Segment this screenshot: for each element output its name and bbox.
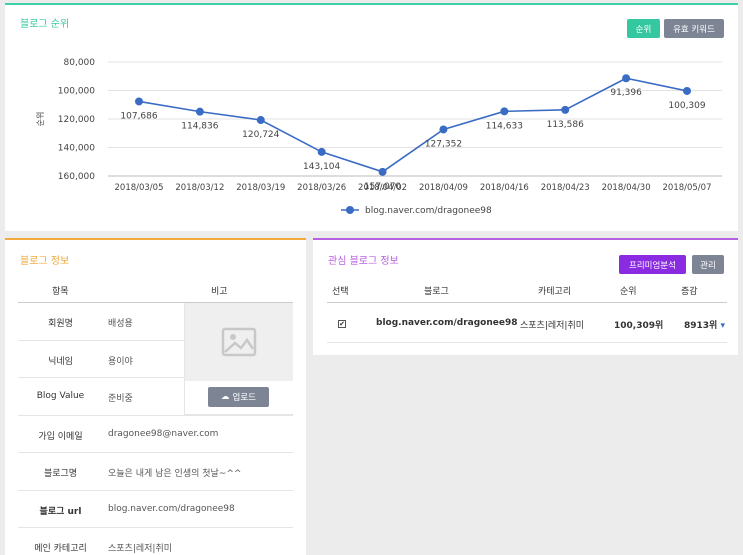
row-key: 회원명 — [48, 319, 73, 329]
header-rank: 순위 — [620, 287, 637, 297]
x-tick-label: 2018/03/12 — [175, 183, 224, 193]
interest-table-header: 선택 블로그 카테고리 순위 증감 — [327, 280, 727, 303]
header-delta: 증감 — [681, 287, 698, 297]
data-point — [683, 86, 691, 95]
data-label: 143,104 — [303, 162, 340, 172]
header-note: 비고 — [211, 287, 228, 297]
y-tick-label: 140,000 — [58, 144, 95, 154]
blog-rank: 100,309위 — [614, 321, 664, 331]
data-point — [622, 74, 631, 83]
x-tick-label: 2018/04/16 — [480, 183, 529, 193]
row-key: Blog Value — [36, 391, 85, 401]
y-axis-label: 순위 — [36, 112, 45, 127]
data-label: 107,686 — [120, 111, 157, 121]
rank-delta-value: 8913위 — [684, 321, 718, 331]
y-tick-label: 80,000 — [64, 58, 96, 68]
data-label: 100,309 — [668, 101, 705, 111]
select-checkbox[interactable]: ✔ — [338, 320, 346, 328]
row-value: 오늘은 내게 남은 인생의 첫날~^^ — [108, 469, 242, 479]
row-value: 배성용 — [108, 319, 133, 329]
data-label: 120,724 — [242, 130, 279, 140]
data-label: 113,586 — [547, 120, 584, 130]
x-tick-label: 2018/04/30 — [602, 183, 651, 193]
info-row-main-category: 메인 카테고리 스포츠|레저|취미 — [18, 528, 293, 555]
info-row-email: 가입 이메일 dragonee98@naver.com — [18, 416, 293, 453]
x-tick-label: 2018/05/07 — [663, 183, 712, 193]
y-tick-label: 100,000 — [58, 87, 95, 97]
cloud-upload-icon: ☁ — [221, 392, 230, 402]
interest-blog-panel: 관심 블로그 정보 프리미엄분석 관리 선택 블로그 카테고리 순위 증감 ✔ … — [313, 238, 738, 355]
x-tick-label: 2018/03/05 — [115, 183, 164, 193]
y-tick-label: 120,000 — [58, 115, 95, 125]
data-label: 114,836 — [181, 122, 218, 132]
series-line — [138, 77, 688, 173]
row-key: 메인 카테고리 — [34, 544, 87, 554]
data-point — [195, 107, 204, 116]
row-key: 블로그 url — [39, 506, 82, 517]
rank-delta: 8913위 ▾ — [684, 318, 725, 331]
profile-image-cell: ☁ 업로드 — [184, 303, 293, 415]
header-select: 선택 — [332, 287, 349, 297]
row-value: 용이야 — [108, 356, 133, 367]
info-table-header: 항목 비고 — [18, 278, 293, 303]
table-row[interactable]: ✔ blog.naver.com/dragonee98 스포츠|레저|취미 10… — [327, 303, 727, 343]
legend-label: blog.naver.com/dragonee98 — [365, 206, 492, 216]
data-point — [500, 107, 509, 116]
upload-button[interactable]: ☁ 업로드 — [208, 387, 269, 407]
blog-category: 스포츠|레저|취미 — [520, 321, 585, 331]
data-label: 114,633 — [486, 121, 523, 131]
x-tick-label: 2018/03/26 — [297, 183, 346, 193]
data-point — [378, 167, 387, 176]
info-row-blog-name: 블로그명 오늘은 내게 남은 인생의 첫날~^^ — [18, 453, 293, 491]
down-arrow-icon: ▾ — [720, 321, 726, 331]
x-tick-label: 2018/04/09 — [419, 183, 468, 193]
blog-rank-panel: 블로그 순위 순위 유효 키워드 80,000 100,000 120,000 140… — [5, 3, 738, 231]
data-label: 157,070 — [364, 182, 401, 192]
upload-label: 업로드 — [232, 393, 256, 403]
data-point — [256, 116, 265, 125]
manage-button[interactable]: 관리 — [692, 255, 724, 274]
y-tick-label: 160,000 — [58, 172, 95, 182]
data-point — [317, 147, 326, 156]
row-key: 가입 이메일 — [38, 431, 83, 442]
rank-line-chart: 80,000 100,000 120,000 140,000 160,000 순위 2018… — [36, 58, 722, 216]
data-label: 127,352 — [425, 139, 462, 149]
row-value: dragonee98@naver.com — [108, 428, 219, 439]
info-panel-title: 블로그 정보 — [20, 256, 70, 267]
row-key: 닉네임 — [48, 356, 73, 367]
blog-url[interactable]: blog.naver.com/dragonee98 — [376, 318, 518, 328]
header-category: 카테고리 — [538, 287, 572, 297]
x-tick-label: 2018/04/23 — [541, 183, 590, 193]
legend-marker — [346, 206, 354, 214]
row-value: blog.naver.com/dragonee98 — [108, 503, 235, 514]
x-tick-label: 2018/03/19 — [236, 183, 285, 193]
data-point — [439, 125, 448, 134]
row-value: 스포츠|레저|취미 — [108, 544, 173, 554]
row-key: 블로그명 — [43, 469, 78, 479]
data-label: 91,396 — [610, 88, 642, 98]
data-point — [135, 97, 143, 106]
data-point — [561, 105, 570, 114]
premium-analysis-button[interactable]: 프리미엄분석 — [619, 255, 686, 274]
header-blog: 블로그 — [424, 287, 449, 297]
row-value: 준비중 — [108, 394, 133, 404]
interest-panel-title: 관심 블로그 정보 — [328, 256, 399, 267]
image-placeholder-icon — [185, 303, 293, 381]
blog-info-panel: 블로그 정보 항목 비고 회원명 배성용 닉네임 용이야 Blog Value 준비중… — [5, 238, 306, 555]
blog-info-table: 항목 비고 회원명 배성용 닉네임 용이야 Blog Value 준비중 가입 이메일… — [18, 278, 293, 555]
header-item: 항목 — [52, 287, 69, 297]
interest-table: 선택 블로그 카테고리 순위 증감 ✔ blog.naver.com/drago… — [327, 280, 727, 343]
info-row-blog-url: 블로그 url blog.naver.com/dragonee98 — [18, 491, 293, 528]
